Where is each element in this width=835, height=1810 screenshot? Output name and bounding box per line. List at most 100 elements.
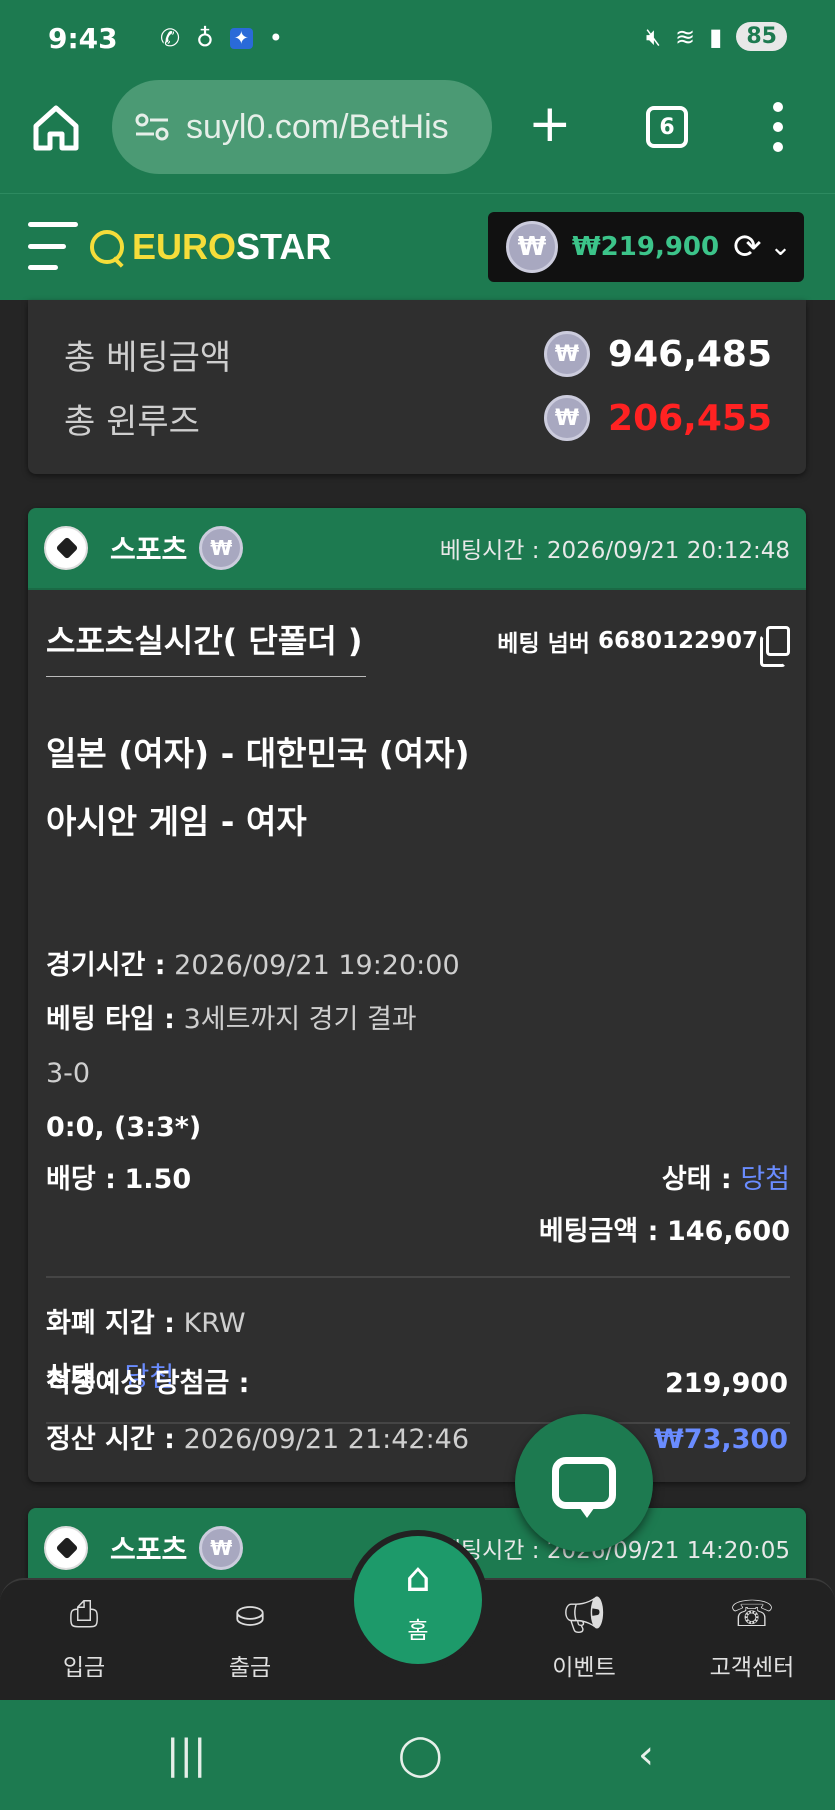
wallet-balance: ₩219,900 bbox=[572, 232, 720, 262]
url-text: suyl0.com/BetHis bbox=[186, 107, 449, 146]
settle-time-row: 정산 시간 : 2026/09/21 21:42:46 bbox=[46, 1420, 469, 1460]
selection-row: 3-0 bbox=[46, 1054, 90, 1094]
total-bet-value: 946,485 bbox=[608, 333, 772, 375]
bet-card-body: 스포츠실시간( 단폴더 ) 베팅 넘버 6680122907 일본 (여자) -… bbox=[28, 590, 806, 1482]
selection-value: 3-0 bbox=[46, 1058, 91, 1089]
total-bet-row: 총 베팅금액 ₩ 946,485 bbox=[64, 324, 772, 384]
copy-icon[interactable] bbox=[760, 626, 790, 667]
nav-home[interactable]: ⌂ 홈 bbox=[348, 1530, 488, 1670]
bet-number-value: 6680122907 bbox=[597, 628, 758, 654]
browser-menu-button[interactable] bbox=[770, 102, 786, 152]
odds-value: 1.50 bbox=[124, 1164, 192, 1195]
site-logo[interactable]: EURO STAR bbox=[90, 226, 331, 268]
nav-home-label: 홈 bbox=[407, 1618, 429, 1644]
nav-event[interactable]: 📢︎ 이벤트 bbox=[524, 1594, 644, 1682]
menu-icon[interactable] bbox=[28, 222, 80, 270]
score-row: 0:0, (3:3*) bbox=[46, 1108, 201, 1148]
logo-star-text: STAR bbox=[236, 226, 332, 267]
status-value: 당첨 bbox=[740, 1164, 790, 1195]
currency-value: KRW bbox=[183, 1308, 246, 1339]
refresh-icon[interactable]: ⟳ bbox=[733, 227, 762, 267]
profit-row: ₩73,300 bbox=[654, 1420, 788, 1460]
bet-type-label: 베팅 타입 : bbox=[46, 1004, 175, 1035]
bet-amount-row: 베팅금액 : 146,600 bbox=[539, 1212, 790, 1252]
nav-withdraw-label: 출금 bbox=[228, 1655, 272, 1681]
bet-number: 베팅 넘버 6680122907 bbox=[497, 624, 790, 667]
app-icon: ✦ bbox=[229, 27, 253, 49]
nav-support[interactable]: ☏ 고객센터 bbox=[692, 1594, 812, 1682]
deposit-icon: ⎙ bbox=[69, 1594, 99, 1635]
chevron-down-icon[interactable]: ⌄ bbox=[770, 232, 792, 262]
match-name: 일본 (여자) - 대한민국 (여자) bbox=[46, 734, 470, 773]
nav-deposit[interactable]: ⎙ 입금 bbox=[24, 1594, 144, 1682]
status-icons-left: ✆ ♁ ✦ • bbox=[160, 24, 283, 52]
settle-time-value: 2026/09/21 21:42:46 bbox=[183, 1424, 470, 1455]
back-icon[interactable]: ‹ bbox=[638, 1732, 654, 1778]
menu-line bbox=[28, 243, 66, 249]
won-coin-icon: ₩ bbox=[506, 221, 558, 273]
home-icon bbox=[33, 105, 79, 151]
page: 9:43 ✆ ♁ ✦ • 🔇︎ ≋ ▮ 85 suyl0.com/BetHis … bbox=[0, 0, 835, 1810]
site-settings-icon[interactable] bbox=[134, 112, 170, 142]
expected-win-label: 적중예상 당첨금 : bbox=[46, 1368, 250, 1399]
status-label: 상태 : bbox=[661, 1164, 732, 1195]
live-chat-button[interactable] bbox=[515, 1414, 653, 1552]
bet-time: 베팅시간 : 2026/09/21 20:12:48 bbox=[440, 531, 790, 565]
expected-win-row: 적중예상 당첨금 : bbox=[46, 1364, 249, 1404]
support-24-icon: ☏ bbox=[729, 1594, 775, 1635]
gallery-icon: ♁ bbox=[196, 24, 214, 52]
home-system-icon[interactable]: ◯ bbox=[398, 1732, 443, 1778]
recent-apps-icon[interactable]: ||| bbox=[166, 1732, 206, 1778]
bet-category: 스포츠 bbox=[110, 1533, 188, 1566]
currency-label: 화폐 지갑 : bbox=[46, 1308, 175, 1339]
total-winloss-label: 총 윈루즈 bbox=[64, 401, 200, 442]
more-dot bbox=[773, 142, 783, 152]
nav-withdraw[interactable]: ⛀ 출금 bbox=[190, 1594, 310, 1682]
won-coin-icon: ₩ bbox=[199, 1526, 244, 1570]
bet-amount-value: 146,600 bbox=[667, 1216, 790, 1247]
vibrate-icon: ✆ bbox=[160, 24, 181, 52]
soccer-ball-icon bbox=[44, 1526, 88, 1570]
bet-category: 스포츠 bbox=[110, 533, 188, 566]
status-icons-right: 🔇︎ ≋ ▮ 85 bbox=[646, 22, 787, 51]
won-coin-icon: ₩ bbox=[544, 395, 591, 441]
bet-card-header: 스포츠 ₩ 베팅시간 : 2026/09/21 20:12:48 bbox=[28, 508, 806, 590]
menu-line bbox=[28, 265, 58, 270]
nav-support-label: 고객센터 bbox=[709, 1655, 795, 1681]
settle-time-label: 정산 시간 : bbox=[46, 1424, 175, 1455]
mute-icon: 🔇︎ bbox=[645, 22, 662, 51]
battery-indicator: 85 bbox=[736, 22, 787, 51]
odds-row: 배당 : 1.50 bbox=[46, 1160, 191, 1200]
game-time-value: 2026/09/21 19:20:00 bbox=[174, 950, 460, 981]
won-coin-icon: ₩ bbox=[199, 526, 244, 570]
total-winloss-row: 총 윈루즈 ₩ 206,455 bbox=[64, 388, 772, 448]
bet-time-value: 2026/09/21 20:12:48 bbox=[546, 538, 790, 564]
address-bar[interactable]: suyl0.com/BetHis bbox=[112, 80, 492, 174]
total-winloss-value: 206,455 bbox=[608, 397, 772, 439]
status-time: 9:43 bbox=[48, 22, 118, 55]
system-nav-bar: ||| ◯ ‹ bbox=[0, 1700, 835, 1810]
tab-switcher-button[interactable]: 6 bbox=[646, 106, 688, 148]
logo-euro-text: EURO bbox=[132, 226, 237, 267]
logo-mark-icon bbox=[90, 230, 124, 264]
divider bbox=[46, 1276, 790, 1278]
menu-line bbox=[28, 222, 78, 227]
bet-time-label: 베팅시간 : bbox=[439, 538, 540, 564]
bet-type-row: 베팅 타입 : 3세트까지 경기 결과 bbox=[46, 1000, 417, 1040]
site-header: EURO STAR ₩ ₩219,900 ⟳ ⌄ bbox=[0, 194, 835, 300]
bet-card: 스포츠 ₩ 베팅시간 : 2026/09/21 20:12:48 스포츠실시간(… bbox=[28, 508, 806, 1482]
chat-icon bbox=[552, 1457, 616, 1518]
new-tab-button[interactable]: + bbox=[528, 94, 572, 154]
dot-icon: • bbox=[268, 24, 283, 52]
browser-home-button[interactable] bbox=[30, 102, 82, 154]
home-icon: ⌂ bbox=[405, 1555, 431, 1601]
game-time-row: 경기시간 : 2026/09/21 19:20:00 bbox=[46, 946, 460, 986]
status-row: 상태 : 당첨 bbox=[662, 1160, 790, 1200]
score-value: 0:0, (3:3*) bbox=[46, 1112, 202, 1143]
nav-deposit-label: 입금 bbox=[62, 1655, 106, 1681]
currency-row: 화폐 지갑 : KRW bbox=[46, 1304, 246, 1344]
market-title: 스포츠실시간( 단폴더 ) bbox=[46, 616, 366, 677]
won-coin-icon: ₩ bbox=[544, 331, 591, 377]
wallet-dropdown[interactable]: ₩ ₩219,900 ⟳ ⌄ bbox=[488, 212, 804, 282]
match-info: 일본 (여자) - 대한민국 (여자) 아시안 게임 - 여자 bbox=[46, 720, 470, 856]
